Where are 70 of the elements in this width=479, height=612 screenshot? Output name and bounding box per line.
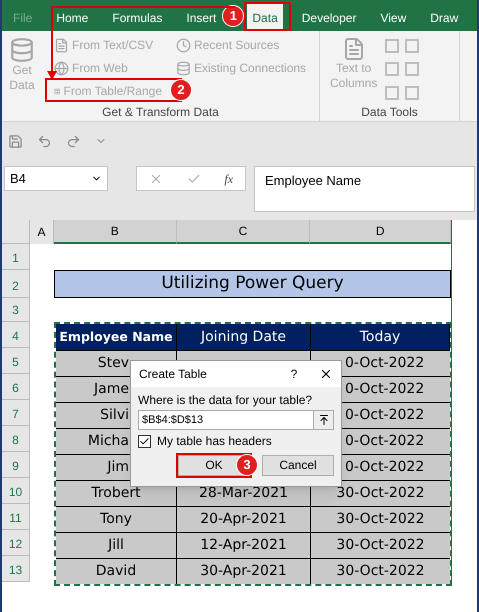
globe-icon xyxy=(54,60,69,76)
table-cell-text: Stev xyxy=(98,354,129,373)
close-icon[interactable] xyxy=(319,367,333,381)
group-label: Data Tools xyxy=(360,104,419,121)
function-button[interactable]: fx xyxy=(224,170,234,188)
table-cell-text: 20-Apr-2021 xyxy=(200,510,287,529)
row-header[interactable]: 7 xyxy=(2,400,30,426)
row-header[interactable]: 12 xyxy=(2,530,30,556)
row-header[interactable]: 5 xyxy=(2,348,30,374)
ribbon-tab[interactable]: Data xyxy=(247,4,283,31)
table-cell-text: 28-Mar-2021 xyxy=(198,484,288,503)
table-cell-text: 0-Oct-2022 xyxy=(345,458,424,477)
table-cell-text: 0-Oct-2022 xyxy=(345,432,424,451)
group-label: Get & Transform Data xyxy=(101,104,220,121)
document-icon xyxy=(54,38,69,52)
table-cell-text: 0-Oct-2022 xyxy=(345,380,424,399)
table-cell-text: Trobert xyxy=(91,484,141,503)
headers-checkbox[interactable] xyxy=(138,434,151,448)
table-cell-text: 30-Oct-2022 xyxy=(336,510,425,529)
row-header[interactable]: 2 xyxy=(2,270,30,298)
name-box[interactable]: B4 xyxy=(4,166,108,191)
ribbon-tab[interactable]: Insert xyxy=(181,4,222,31)
check-icon xyxy=(139,436,150,446)
table-cell-text: 30-Apr-2021 xyxy=(200,562,287,581)
table-cell-text: 30-Oct-2022 xyxy=(336,562,425,581)
checkbox-label: My table has headers xyxy=(157,434,272,448)
table-cell-text: 30-Oct-2022 xyxy=(336,536,425,555)
table-cell-text: Jame xyxy=(94,380,129,399)
database-icon xyxy=(176,60,191,76)
table-cell-text: 12-Apr-2021 xyxy=(200,536,287,555)
table-cell-text: 30-Oct-2022 xyxy=(336,484,425,503)
redo-icon[interactable] xyxy=(66,134,81,148)
row-header[interactable]: 13 xyxy=(2,556,30,582)
table-cell-text: Tony xyxy=(100,510,132,529)
highlight-box xyxy=(244,2,291,31)
database-icon xyxy=(9,37,35,63)
row-header[interactable]: 6 xyxy=(2,374,30,400)
undo-icon[interactable] xyxy=(37,134,52,148)
column-header[interactable]: C xyxy=(176,220,310,244)
column-header[interactable]: D xyxy=(310,220,451,244)
sheet-title: Utilizing Power Query xyxy=(54,270,451,298)
table-cell-text: 0-Oct-2022 xyxy=(345,354,424,373)
table-cell-text: Jim xyxy=(107,458,129,477)
table-cell-text: Micha xyxy=(88,432,129,451)
dialog-title: Create Table xyxy=(139,366,208,383)
row-header[interactable]: 4 xyxy=(2,322,30,348)
row-header[interactable]: 11 xyxy=(2,504,30,530)
ribbon-tab[interactable]: View xyxy=(375,4,412,31)
formula-field[interactable]: Employee Name xyxy=(254,166,475,212)
table-cell-text: David xyxy=(96,562,136,581)
help-button[interactable]: ? xyxy=(279,365,309,383)
ribbon-tab[interactable]: Home xyxy=(51,4,94,31)
ribbon-tab[interactable]: Draw xyxy=(425,4,464,31)
column-header[interactable]: B xyxy=(54,220,177,244)
save-icon[interactable] xyxy=(8,134,23,148)
table-cell-text: 0-Oct-2022 xyxy=(345,406,424,425)
clock-icon xyxy=(176,38,191,52)
table-cell-text: Jill xyxy=(108,536,124,555)
row-header[interactable]: 10 xyxy=(2,478,30,504)
select-all-corner[interactable] xyxy=(2,220,30,244)
row-header[interactable]: 3 xyxy=(2,298,30,322)
dialog-button[interactable]: Cancel xyxy=(262,455,334,476)
row-header[interactable]: 1 xyxy=(2,244,30,270)
ribbon-tab[interactable]: Formulas xyxy=(107,4,168,31)
row-header[interactable]: 8 xyxy=(2,426,30,452)
ribbon-tab[interactable]: Developer xyxy=(296,4,362,31)
table-cell-text: Silvi xyxy=(100,406,129,425)
step-badge: 1 xyxy=(222,5,244,27)
row-header[interactable]: 9 xyxy=(2,452,30,478)
dialog-prompt: Where is the data for your table? xyxy=(138,393,314,407)
